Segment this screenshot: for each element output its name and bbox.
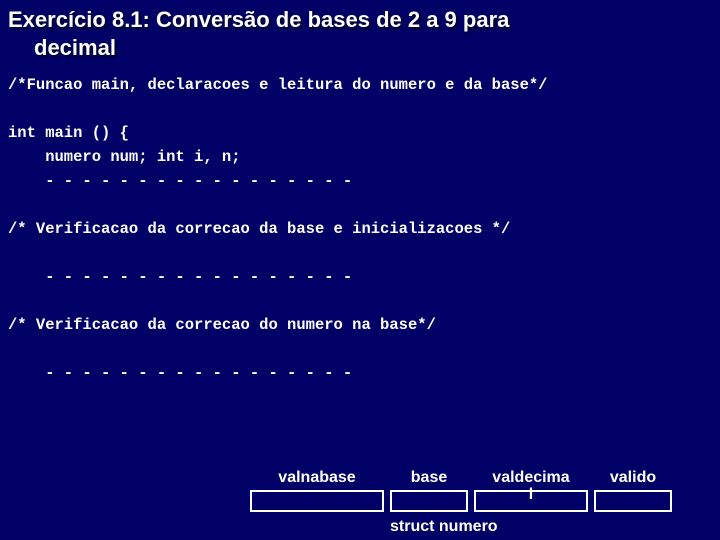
struct-caption: struct numero [390, 518, 498, 536]
title-line2: decimal [8, 34, 712, 62]
title-line1: Exercício 8.1: Conversão de bases de 2 a… [8, 7, 509, 32]
field-label: base [411, 470, 447, 490]
struct-fields-row: valnabase base valdecima l valido [250, 470, 672, 512]
code-line-5: /* Verificacao da correcao da base e ini… [8, 220, 510, 238]
field-cell [474, 490, 588, 512]
code-line-4: - - - - - - - - - - - - - - - - - [8, 172, 352, 190]
field-valnabase: valnabase [250, 470, 384, 512]
code-block: /*Funcao main, declaracoes e leitura do … [0, 65, 720, 385]
code-line-8: - - - - - - - - - - - - - - - - - [8, 364, 352, 382]
field-cell [594, 490, 672, 512]
field-cell [250, 490, 384, 512]
field-label-part1: valdecima [492, 469, 569, 486]
field-base: base [390, 470, 468, 512]
code-line-7: /* Verificacao da correcao do numero na … [8, 316, 436, 334]
code-line-6: - - - - - - - - - - - - - - - - - [8, 268, 352, 286]
field-label: valnabase [278, 470, 355, 490]
slide-title: Exercício 8.1: Conversão de bases de 2 a… [0, 0, 720, 65]
field-valido: valido [594, 470, 672, 512]
field-label: valido [610, 470, 656, 490]
field-valdecimal: valdecima l [474, 470, 588, 512]
code-line-2: int main () { [8, 124, 129, 142]
code-line-3: numero num; int i, n; [8, 148, 241, 166]
code-line-1: /*Funcao main, declaracoes e leitura do … [8, 76, 548, 94]
field-cell [390, 490, 468, 512]
